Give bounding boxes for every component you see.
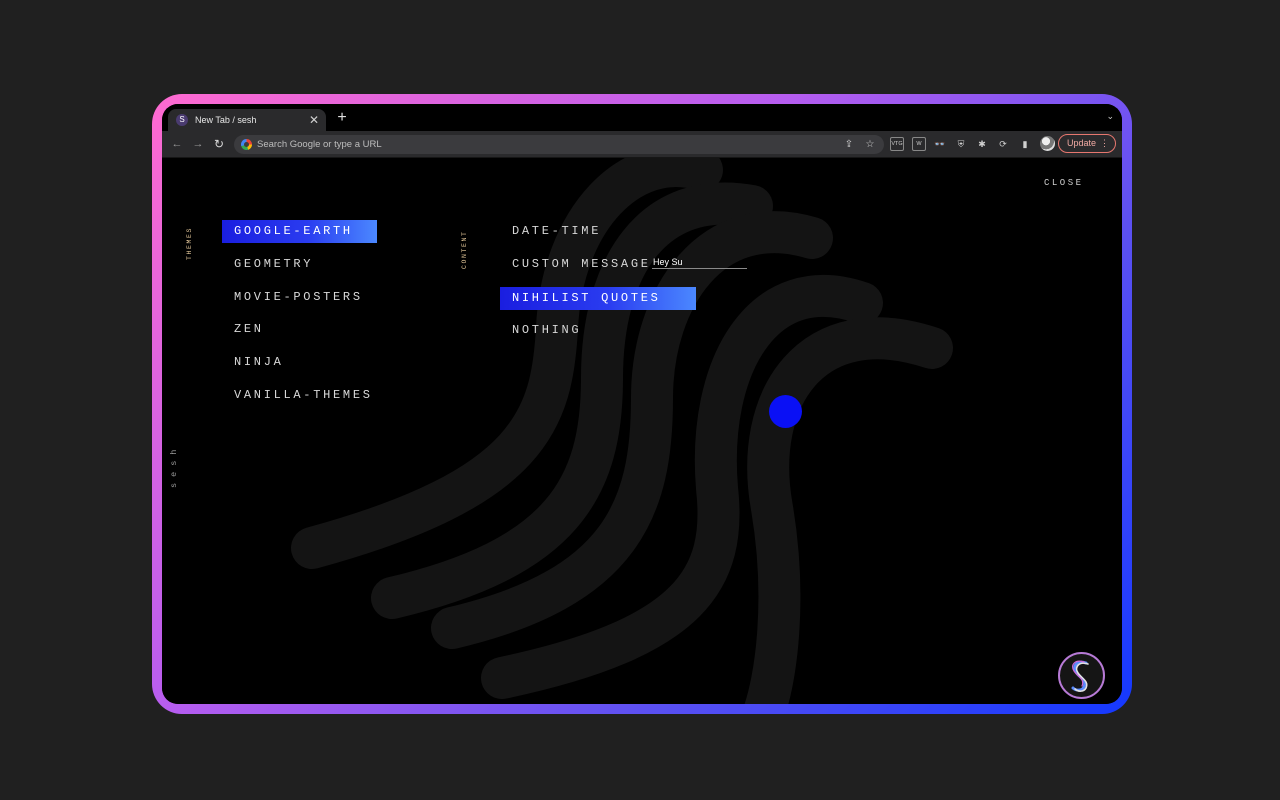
theme-item-google-earth[interactable]: GOOGLE-EARTH bbox=[222, 220, 377, 243]
browser-toolbar: ← → ↻ ⇪ ☆ VTG W 👓 ⛨ ✱ ⟳ ▮ Update ⋮ bbox=[162, 131, 1122, 158]
cursor-dot bbox=[769, 395, 802, 428]
active-tab[interactable]: S New Tab / sesh ✕ bbox=[168, 109, 326, 131]
glasses-extension-icon[interactable]: 👓 bbox=[933, 137, 947, 151]
content-section-label: CONTENT bbox=[461, 230, 468, 269]
forward-arrow-icon[interactable]: → bbox=[189, 135, 207, 153]
share-icon[interactable]: ⇪ bbox=[842, 139, 856, 150]
content-item-nothing[interactable]: NOTHING bbox=[512, 319, 581, 342]
sesh-page: CLOSE THEMES CONTENT sesh GOOGLE-EARTH G… bbox=[162, 158, 1122, 704]
theme-item-movie-posters[interactable]: MOVIE-POSTERS bbox=[234, 286, 363, 309]
theme-item-ninja[interactable]: NINJA bbox=[234, 351, 284, 374]
sesh-logo-icon[interactable] bbox=[1058, 652, 1105, 699]
kebab-menu-icon[interactable]: ⋮ bbox=[1100, 135, 1109, 152]
update-button[interactable]: Update ⋮ bbox=[1058, 134, 1116, 153]
theme-item-geometry[interactable]: GEOMETRY bbox=[234, 253, 313, 276]
theme-item-zen[interactable]: ZEN bbox=[234, 318, 264, 341]
gradient-frame: S New Tab / sesh ✕ + ⌄ ← → ↻ ⇪ ☆ VTG W 👓… bbox=[152, 94, 1132, 714]
tab-strip: S New Tab / sesh ✕ + ⌄ bbox=[162, 104, 1122, 131]
update-label: Update bbox=[1067, 138, 1097, 148]
vtg-extension-icon[interactable]: VTG bbox=[890, 137, 904, 151]
profile-avatar[interactable] bbox=[1040, 136, 1055, 151]
sync-extension-icon[interactable]: ⟳ bbox=[996, 137, 1010, 151]
shield-extension-icon[interactable]: ⛨ bbox=[954, 137, 968, 151]
tab-search-chevron-icon[interactable]: ⌄ bbox=[1106, 111, 1114, 122]
browser-window: S New Tab / sesh ✕ + ⌄ ← → ↻ ⇪ ☆ VTG W 👓… bbox=[162, 104, 1122, 704]
content-item-date-time[interactable]: DATE-TIME bbox=[512, 220, 601, 243]
omnibox-input[interactable] bbox=[257, 139, 835, 150]
side-panel-icon[interactable]: ▮ bbox=[1018, 137, 1032, 151]
themes-section-label: THEMES bbox=[186, 226, 193, 260]
reload-icon[interactable]: ↻ bbox=[210, 135, 228, 153]
new-tab-button[interactable]: + bbox=[334, 108, 350, 128]
sesh-brand-label: sesh bbox=[169, 443, 179, 488]
bookmark-star-icon[interactable]: ☆ bbox=[863, 139, 877, 150]
puzzle-extensions-icon[interactable]: ✱ bbox=[975, 137, 989, 151]
content-item-nihilist-quotes[interactable]: NIHILIST QUOTES bbox=[500, 287, 696, 310]
wp-extension-icon[interactable]: W bbox=[912, 137, 926, 151]
close-button[interactable]: CLOSE bbox=[1044, 178, 1084, 188]
content-item-custom-message[interactable]: CUSTOM MESSAGE bbox=[512, 253, 651, 276]
tab-title: New Tab / sesh bbox=[195, 115, 257, 125]
google-g-icon bbox=[241, 139, 252, 150]
close-tab-icon[interactable]: ✕ bbox=[308, 113, 320, 127]
back-arrow-icon[interactable]: ← bbox=[168, 135, 186, 153]
sesh-favicon-icon: S bbox=[176, 114, 188, 126]
theme-item-vanilla-themes[interactable]: VANILLA-THEMES bbox=[234, 384, 373, 407]
omnibox[interactable]: ⇪ ☆ bbox=[234, 135, 884, 154]
custom-message-input[interactable] bbox=[652, 255, 747, 269]
